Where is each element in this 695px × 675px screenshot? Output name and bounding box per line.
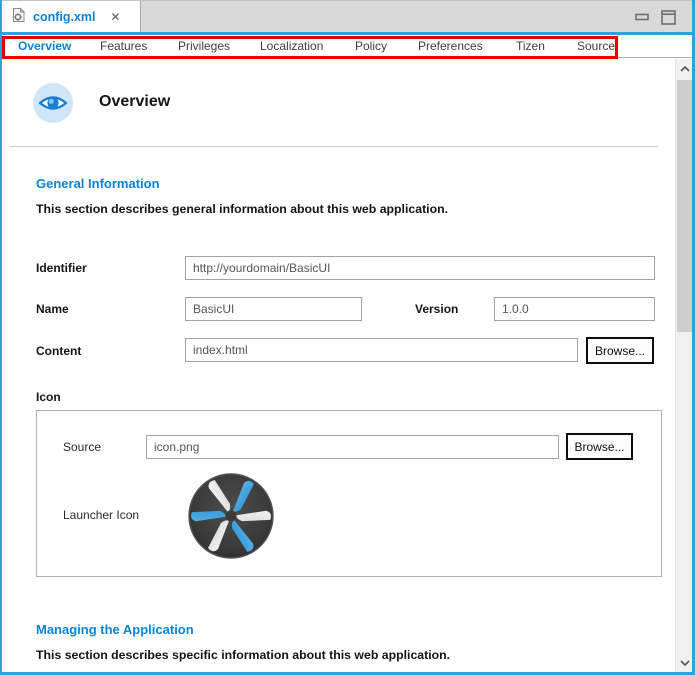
chevron-up-icon[interactable] xyxy=(676,60,692,77)
tab-privileges[interactable]: Privileges xyxy=(178,39,230,53)
overview-page: Overview General Information This sectio… xyxy=(2,59,675,672)
version-input[interactable] xyxy=(494,297,655,321)
maximize-icon[interactable] xyxy=(661,9,676,25)
managing-application-description: This section describes specific informat… xyxy=(36,648,451,662)
tab-overview[interactable]: Overview xyxy=(18,39,71,53)
vertical-scrollbar[interactable] xyxy=(675,59,692,672)
chevron-down-icon[interactable] xyxy=(676,654,692,671)
launcher-icon-label: Launcher Icon xyxy=(63,508,140,522)
tab-tizen[interactable]: Tizen xyxy=(516,39,545,53)
tab-preferences[interactable]: Preferences xyxy=(418,39,483,53)
content-label: Content xyxy=(36,344,82,358)
header-divider xyxy=(10,146,658,147)
icon-source-input[interactable] xyxy=(146,435,559,459)
general-information-description: This section describes general informati… xyxy=(36,202,449,216)
editor-tab-configxml[interactable]: config.xml ✕ xyxy=(2,1,141,33)
scrollbar-thumb[interactable] xyxy=(677,80,692,332)
editor-tab-bar: config.xml ✕ xyxy=(2,0,692,33)
config-editor-tabs: Overview Features Privileges Localizatio… xyxy=(2,35,692,58)
view-controls xyxy=(635,9,676,25)
config-file-icon xyxy=(11,6,26,28)
tab-policy[interactable]: Policy xyxy=(355,39,387,53)
name-input[interactable] xyxy=(185,297,362,321)
content-browse-button[interactable]: Browse... xyxy=(586,337,654,364)
eye-icon xyxy=(33,83,73,123)
content-input[interactable] xyxy=(185,338,578,362)
icon-groupbox: Source Browse... Launcher Icon xyxy=(36,410,662,577)
tizen-pinwheel-logo xyxy=(188,473,274,564)
close-icon[interactable]: ✕ xyxy=(111,11,121,23)
version-label: Version xyxy=(415,302,459,316)
page-title: Overview xyxy=(99,93,171,110)
icon-section-label: Icon xyxy=(36,390,61,404)
name-label: Name xyxy=(36,302,69,316)
tab-features[interactable]: Features xyxy=(100,39,147,53)
minimize-icon[interactable] xyxy=(635,13,650,21)
general-information-heading: General Information xyxy=(36,176,160,191)
icon-source-label: Source xyxy=(63,440,102,454)
config-xml-editor-window: config.xml ✕ Overview Features Privilege… xyxy=(0,0,695,675)
identifier-input[interactable] xyxy=(185,256,655,280)
identifier-label: Identifier xyxy=(36,261,87,275)
icon-source-browse-button[interactable]: Browse... xyxy=(566,433,633,460)
tab-source[interactable]: Source xyxy=(577,39,615,53)
tab-localization[interactable]: Localization xyxy=(260,39,323,53)
editor-tab-title: config.xml xyxy=(33,10,96,24)
managing-application-heading: Managing the Application xyxy=(36,622,194,637)
